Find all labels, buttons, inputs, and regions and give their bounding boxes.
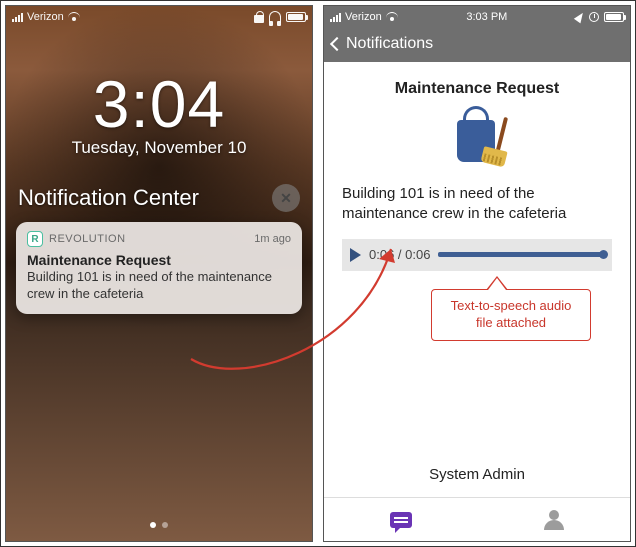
sender-label: System Admin (324, 466, 630, 483)
lock-screen-phone: Verizon 3:04 Tuesday, November 10 Notifi… (5, 5, 313, 542)
notification-card[interactable]: R REVOLUTION 1m ago Maintenance Request … (16, 222, 302, 314)
lock-icon (254, 11, 264, 23)
headphones-icon (269, 11, 281, 23)
play-icon[interactable] (350, 248, 361, 262)
notification-body: Building 101 is in need of the maintenan… (27, 269, 291, 303)
notification-app-name: REVOLUTION (49, 233, 126, 245)
carrier-label: Verizon (345, 11, 382, 23)
annotation-callout: Text-to-speech audio file attached (431, 289, 591, 341)
battery-icon (286, 12, 306, 22)
app-badge-icon: R (27, 231, 43, 247)
tab-messages[interactable] (324, 498, 477, 541)
audio-progress-track[interactable] (438, 252, 604, 257)
page-indicator (6, 515, 312, 533)
person-icon (544, 510, 564, 530)
notification-title: Maintenance Request (27, 252, 291, 268)
wifi-icon (386, 12, 398, 22)
signal-icon (330, 13, 341, 22)
carrier-label: Verizon (27, 11, 64, 23)
close-button[interactable]: ✕ (272, 184, 300, 212)
audio-time: 0:06 / 0:06 (369, 247, 430, 262)
alarm-icon (589, 12, 599, 22)
tab-profile[interactable] (477, 498, 630, 541)
annotation-text: Text-to-speech audio file attached (451, 298, 572, 330)
wifi-icon (68, 12, 80, 22)
clock-date: Tuesday, November 10 (6, 138, 312, 158)
signal-icon (12, 13, 23, 22)
status-bar: Verizon (6, 6, 312, 26)
tab-bar (324, 497, 630, 541)
back-button[interactable]: Notifications (332, 35, 433, 53)
location-icon (574, 11, 586, 24)
status-time: 3:03 PM (402, 11, 572, 23)
lock-clock: 3:04 Tuesday, November 10 (6, 66, 312, 158)
notification-message: Building 101 is in need of the maintenan… (342, 184, 612, 225)
close-icon: ✕ (280, 190, 292, 207)
status-bar: Verizon 3:03 PM (324, 6, 630, 26)
audio-player[interactable]: 0:06 / 0:06 (342, 239, 612, 271)
app-detail-phone: Verizon 3:03 PM Notifications Maintenanc… (323, 5, 631, 542)
notification-center-title: Notification Center (18, 185, 199, 211)
notification-age: 1m ago (254, 233, 291, 245)
clock-time: 3:04 (6, 66, 312, 142)
page-title: Maintenance Request (395, 80, 559, 98)
maintenance-icon (457, 116, 497, 162)
nav-title: Notifications (346, 35, 433, 53)
chat-icon (390, 512, 412, 528)
broom-icon (493, 116, 497, 162)
battery-icon (604, 12, 624, 22)
nav-bar: Notifications (324, 26, 630, 62)
chevron-left-icon (330, 37, 344, 51)
